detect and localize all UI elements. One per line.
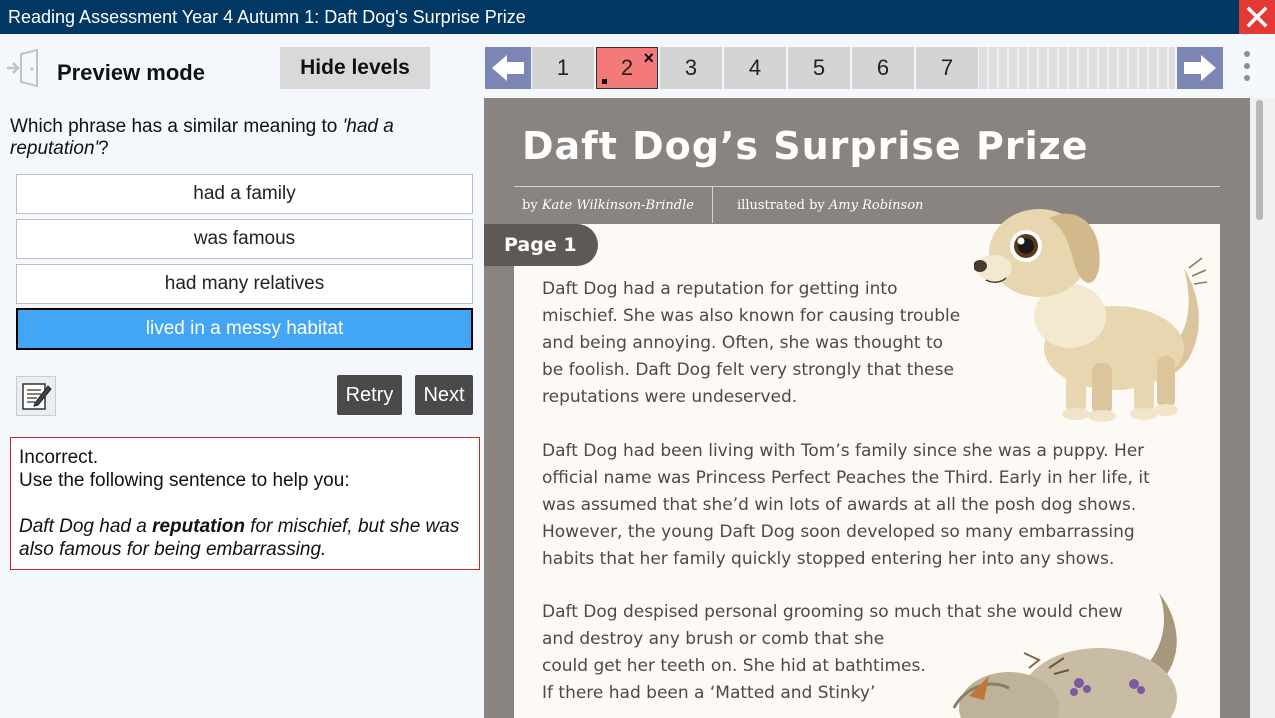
feedback-status: Incorrect.: [19, 447, 99, 468]
reading-document: Daft Dog’s Surprise Prize by Kate Wilkin…: [484, 98, 1250, 718]
notepad-icon: [22, 383, 52, 410]
illustrated-prefix: illustrated by: [737, 198, 829, 213]
arrow-right-icon: [1184, 55, 1216, 81]
text-line: official name was Princess Perfect Peach…: [542, 468, 1150, 488]
feedback-instruction: Use the following sentence to help you:: [19, 470, 350, 491]
page-number-label: Page 1: [484, 224, 598, 266]
exit-door-icon[interactable]: [5, 48, 45, 88]
arrow-left-icon: [492, 55, 524, 81]
text-line: However, the young Daft Dog soon develop…: [542, 522, 1135, 542]
text-line: and destroy any brush or comb that she: [542, 629, 885, 649]
page-tab-3[interactable]: 3: [660, 47, 722, 89]
title-bar: Reading Assessment Year 4 Autumn 1: Daft…: [0, 0, 1275, 34]
retry-button[interactable]: Retry: [337, 375, 402, 415]
illustrator-byline: illustrated by Amy Robinson: [737, 198, 923, 213]
text-line: If there had been a ‘Matted and Stinky’: [542, 683, 876, 703]
page-tab-1[interactable]: 1: [532, 47, 594, 89]
answer-option-4-selected[interactable]: lived in a messy habitat: [16, 308, 473, 350]
next-button[interactable]: Next: [415, 375, 473, 415]
page-tab-2-current[interactable]: 2 ×: [596, 47, 658, 89]
page-tab-label: 7: [940, 55, 954, 80]
question-suffix: ?: [98, 138, 109, 159]
text-line: Daft Dog had a reputation for getting in…: [542, 279, 898, 299]
page-tab-5[interactable]: 5: [788, 47, 850, 89]
prev-page-button[interactable]: [485, 47, 531, 89]
text-line: Daft Dog despised personal grooming so m…: [542, 602, 1123, 622]
author-byline: by Kate Wilkinson-Brindle: [522, 198, 694, 213]
answer-option-2[interactable]: was famous: [16, 219, 473, 259]
page-navigation: 1 2 × 3 4 5 6 7: [484, 34, 1275, 98]
page-tab-7[interactable]: 7: [916, 47, 978, 89]
text-line: habits that her family quickly stopped e…: [542, 549, 1115, 569]
preview-mode-label: Preview mode: [57, 60, 205, 85]
puppy-illustration: [974, 209, 1208, 422]
question-prefix: Which phrase has a similar meaning to: [10, 116, 343, 137]
question-panel: Preview mode Hide levels Which phrase ha…: [0, 34, 484, 718]
scrollbar-thumb[interactable]: [1256, 100, 1263, 220]
by-prefix: by: [522, 198, 542, 213]
cursor-dot: [602, 79, 607, 84]
hide-levels-button[interactable]: Hide levels: [280, 47, 430, 89]
kebab-menu-icon[interactable]: [1237, 51, 1257, 85]
answer-option-3[interactable]: had many relatives: [16, 264, 473, 304]
page-tab-label: 3: [684, 55, 698, 80]
answer-option-1[interactable]: had a family: [16, 174, 473, 214]
title-divider: [514, 186, 1220, 187]
feedback-hint: Daft Dog had a reputation for mischief, …: [19, 515, 471, 561]
paragraph-3: Daft Dog despised personal grooming so m…: [542, 599, 1123, 707]
text-line: and being annoying. Often, she was thoug…: [542, 333, 944, 353]
page-tab-label: 2: [620, 55, 634, 80]
paragraph-1: Daft Dog had a reputation for getting in…: [542, 276, 960, 411]
text-line: was assumed that she’d win lots of award…: [542, 495, 1137, 515]
author-name: Kate Wilkinson-Brindle: [541, 198, 694, 213]
page-tab-4[interactable]: 4: [724, 47, 786, 89]
hint-before: Daft Dog had a: [19, 516, 153, 537]
page-tab-label: 5: [812, 55, 826, 80]
page-tab-label: 4: [748, 55, 762, 80]
byline-divider: [712, 187, 713, 223]
close-icon: [1246, 6, 1268, 28]
text-line: be foolish. Daft Dog felt very strongly …: [542, 360, 954, 380]
document-scrollbar[interactable]: [1250, 98, 1275, 718]
incorrect-mark-icon: ×: [643, 48, 654, 68]
page-progress-filler: [979, 47, 1175, 89]
text-line: reputations were undeserved.: [542, 387, 798, 407]
text-line: mischief. She was also known for causing…: [542, 306, 961, 326]
notepad-button[interactable]: [16, 376, 56, 416]
text-line: could get her teeth on. She hid at batht…: [542, 656, 926, 676]
page-tab-label: 6: [876, 55, 890, 80]
window-title: Reading Assessment Year 4 Autumn 1: Daft…: [8, 7, 526, 27]
close-button[interactable]: [1239, 0, 1275, 34]
document-title: Daft Dog’s Surprise Prize: [522, 124, 1089, 168]
hint-bold: reputation: [152, 516, 245, 537]
feedback-box: Incorrect. Use the following sentence to…: [10, 437, 480, 570]
text-line: Daft Dog had been living with Tom’s fami…: [542, 441, 1145, 461]
page-tab-label: 1: [556, 55, 570, 80]
paragraph-2: Daft Dog had been living with Tom’s fami…: [542, 438, 1150, 573]
question-text: Which phrase has a similar meaning to 'h…: [10, 116, 470, 160]
illustrator-name: Amy Robinson: [828, 198, 924, 213]
next-page-button[interactable]: [1177, 47, 1223, 89]
page-tab-6[interactable]: 6: [852, 47, 914, 89]
